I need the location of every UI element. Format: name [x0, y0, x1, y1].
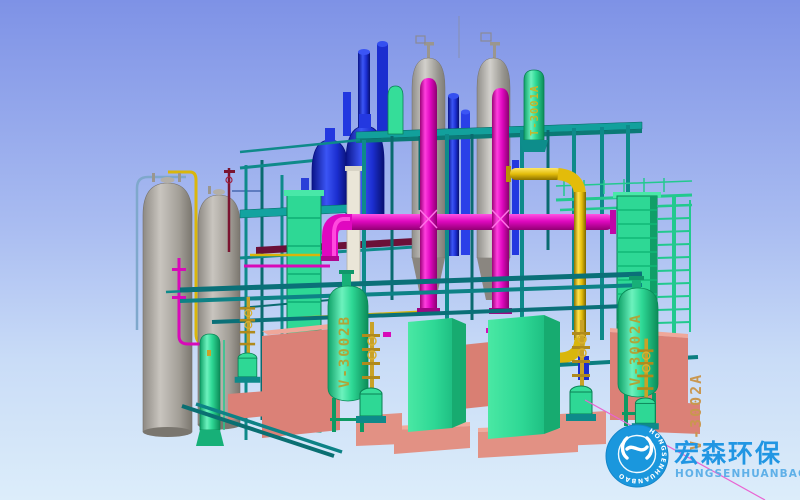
storage-tank-a — [143, 183, 192, 432]
left-foreground-column — [196, 334, 224, 446]
magenta-header — [332, 214, 614, 230]
blue-column-rear-2 — [377, 44, 388, 136]
plant-3d-scene: T-3001A — [0, 0, 800, 500]
vessel-label-v3002b: V-3002B — [337, 315, 353, 388]
blue-pipe-cluster — [448, 96, 459, 256]
yellow-riser — [574, 192, 586, 340]
company-name-en: HONGSENHUANBAO — [675, 468, 800, 480]
green-block-1 — [408, 318, 452, 432]
column-label-t3001a: T-3001A — [529, 85, 541, 136]
yellow-header — [510, 168, 562, 180]
plant-render-viewport: T-3001A — [0, 0, 800, 500]
green-block-2 — [488, 315, 544, 439]
magenta-riser-1 — [420, 78, 437, 314]
green-column-small — [388, 86, 403, 134]
company-name-cn: 宏森环保 — [674, 439, 782, 468]
